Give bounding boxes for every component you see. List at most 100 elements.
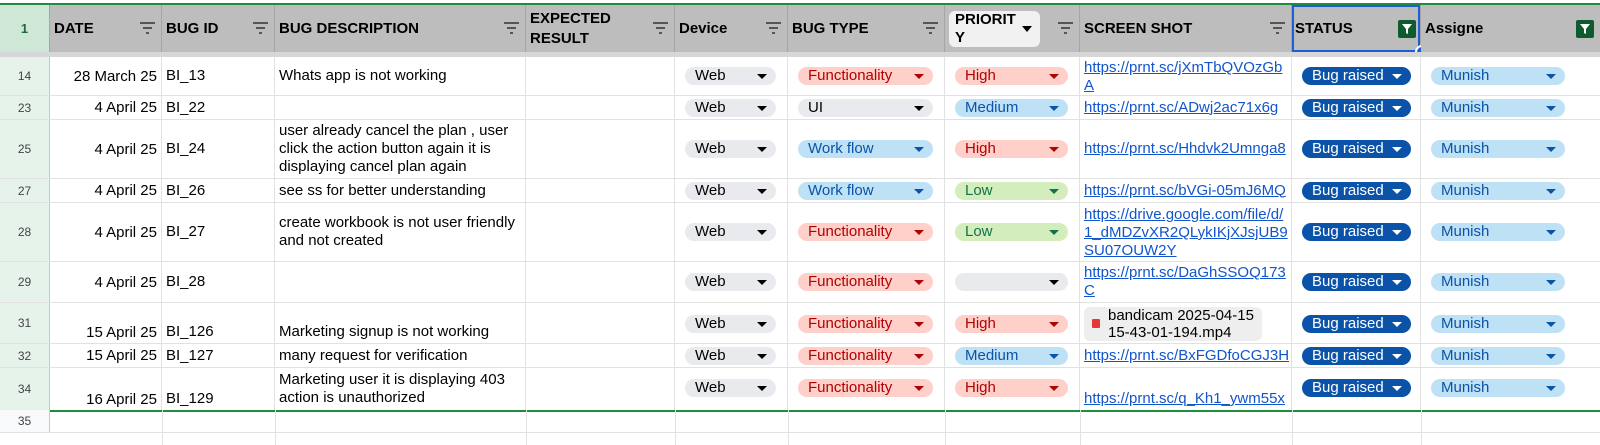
status-dropdown-chip[interactable]: Bug raised xyxy=(1302,99,1411,117)
filter-icon[interactable] xyxy=(923,22,938,34)
cell-device[interactable]: Web xyxy=(675,96,788,119)
cell-expected-result[interactable] xyxy=(526,120,675,178)
bug-type-dropdown-chip[interactable]: Functionality xyxy=(798,315,933,333)
priority-dropdown-chip[interactable]: Low xyxy=(955,223,1068,241)
status-dropdown-chip[interactable]: Bug raised xyxy=(1302,315,1411,333)
cell-bug-id[interactable]: BI_13 xyxy=(162,57,275,95)
screenshot-link[interactable]: https://prnt.sc/BxFGDfoCGJ3H xyxy=(1080,347,1289,365)
cell-device[interactable]: Web xyxy=(675,303,788,343)
cell-screen-shot[interactable]: https://drive.google.com/file/d/1_dMDZvX… xyxy=(1080,203,1292,261)
cell-expected-result[interactable] xyxy=(526,344,675,367)
cell-bug-type[interactable]: Functionality xyxy=(788,368,945,410)
assignee-dropdown-chip[interactable]: Munish xyxy=(1431,223,1565,241)
cell-priority[interactable] xyxy=(945,262,1080,302)
cell-date[interactable]: 16 April 25 xyxy=(50,368,162,410)
bug-type-dropdown-chip[interactable]: Functionality xyxy=(798,273,933,291)
device-dropdown-chip[interactable]: Web xyxy=(685,99,776,117)
cell-bug-description[interactable]: Marketing signup is not working xyxy=(275,303,526,343)
cell-bug-type[interactable]: Work flow xyxy=(788,179,945,202)
col-header-bug-type[interactable]: BUG TYPE xyxy=(788,5,945,52)
cell-bug-type[interactable]: Functionality xyxy=(788,262,945,302)
filter-icon[interactable] xyxy=(1058,22,1073,34)
assignee-dropdown-chip[interactable]: Munish xyxy=(1431,67,1565,85)
row-number[interactable]: 25 xyxy=(0,120,50,178)
status-dropdown-chip[interactable]: Bug raised xyxy=(1302,223,1411,241)
cell-priority[interactable]: High xyxy=(945,120,1080,178)
screenshot-link[interactable]: https://prnt.sc/DaGhSSOQ173C xyxy=(1080,264,1288,300)
cell-assignee[interactable]: Munish xyxy=(1421,179,1600,202)
cell-device[interactable]: Web xyxy=(675,344,788,367)
cell-status[interactable]: Bug raised xyxy=(1292,262,1421,302)
cell-priority[interactable]: Low xyxy=(945,179,1080,202)
cell-expected-result[interactable] xyxy=(526,303,675,343)
cell-device[interactable]: Web xyxy=(675,368,788,410)
cell-bug-description[interactable]: user already cancel the plan , user clic… xyxy=(275,120,526,178)
cell-assignee[interactable]: Munish xyxy=(1421,120,1600,178)
col-header-date[interactable]: DATE xyxy=(50,5,162,52)
cell-bug-id[interactable]: BI_22 xyxy=(162,96,275,119)
device-dropdown-chip[interactable]: Web xyxy=(685,315,776,333)
cell-priority[interactable]: Low xyxy=(945,203,1080,261)
bug-type-dropdown-chip[interactable]: Functionality xyxy=(798,67,933,85)
device-dropdown-chip[interactable]: Web xyxy=(685,140,776,158)
cell-assignee[interactable]: Munish xyxy=(1421,303,1600,343)
row-number[interactable]: 32 xyxy=(0,344,50,367)
row-header-1[interactable]: 1 xyxy=(0,5,50,52)
cell-bug-id[interactable]: BI_24 xyxy=(162,120,275,178)
cell-bug-description[interactable]: many request for verification xyxy=(275,344,526,367)
filter-icon[interactable] xyxy=(504,22,519,34)
screenshot-link[interactable]: https://prnt.sc/ADwj2ac71x6g xyxy=(1080,99,1278,117)
cell-status[interactable]: Bug raised xyxy=(1292,179,1421,202)
col-header-device[interactable]: Device xyxy=(675,5,788,52)
cell-screen-shot[interactable]: https://prnt.sc/bVGi-05mJ6MQ xyxy=(1080,179,1292,202)
filter-icon[interactable] xyxy=(1270,22,1285,34)
assignee-dropdown-chip[interactable]: Munish xyxy=(1431,379,1565,397)
filter-icon[interactable] xyxy=(766,22,781,34)
cell-bug-type[interactable]: Functionality xyxy=(788,344,945,367)
assignee-dropdown-chip[interactable]: Munish xyxy=(1431,273,1565,291)
cell-assignee[interactable]: Munish xyxy=(1421,57,1600,95)
active-filter-icon[interactable] xyxy=(1576,20,1594,38)
cell-expected-result[interactable] xyxy=(526,203,675,261)
cell-status[interactable]: Bug raised xyxy=(1292,57,1421,95)
cell-bug-type[interactable]: Work flow xyxy=(788,120,945,178)
cell-bug-description[interactable]: create workbook is not user friendly and… xyxy=(275,203,526,261)
status-dropdown-chip[interactable]: Bug raised xyxy=(1302,273,1411,291)
priority-dropdown-chip[interactable]: High xyxy=(955,140,1068,158)
assignee-dropdown-chip[interactable]: Munish xyxy=(1431,99,1565,117)
row-number[interactable]: 35 xyxy=(0,410,50,432)
cell-bug-id[interactable]: BI_27 xyxy=(162,203,275,261)
cell-date[interactable]: 4 April 25 xyxy=(50,203,162,261)
cell-screen-shot[interactable]: https://prnt.sc/ADwj2ac71x6g xyxy=(1080,96,1292,119)
priority-dropdown-chip[interactable]: Medium xyxy=(955,99,1068,117)
cell-screen-shot[interactable]: bandicam 2025-04-15 15-43-01-194.mp4 xyxy=(1080,303,1292,343)
cell-status[interactable]: Bug raised xyxy=(1292,203,1421,261)
cell-bug-id[interactable]: BI_127 xyxy=(162,344,275,367)
cell-device[interactable]: Web xyxy=(675,120,788,178)
cell-screen-shot[interactable]: https://prnt.sc/DaGhSSOQ173C xyxy=(1080,262,1292,302)
cell-date[interactable]: 15 April 25 xyxy=(50,303,162,343)
priority-dropdown-chip[interactable]: Low xyxy=(955,182,1068,200)
col-header-screen-shot[interactable]: SCREEN SHOT xyxy=(1080,5,1292,52)
bug-type-dropdown-chip[interactable]: Functionality xyxy=(798,347,933,365)
cell-status[interactable]: Bug raised xyxy=(1292,368,1421,410)
cell-bug-id[interactable]: BI_129 xyxy=(162,368,275,410)
bug-type-dropdown-chip[interactable]: Work flow xyxy=(798,182,933,200)
priority-dropdown-chip[interactable]: High xyxy=(955,67,1068,85)
cell-bug-description[interactable]: see ss for better understanding xyxy=(275,179,526,202)
status-dropdown-chip[interactable]: Bug raised xyxy=(1302,140,1411,158)
cell-date[interactable]: 15 April 25 xyxy=(50,344,162,367)
col-header-priority[interactable]: PRIORITY xyxy=(945,5,1080,52)
device-dropdown-chip[interactable]: Web xyxy=(685,273,776,291)
filter-icon[interactable] xyxy=(653,22,668,34)
bug-type-dropdown-chip[interactable]: Functionality xyxy=(798,223,933,241)
screenshot-link[interactable]: https://prnt.sc/Hhdvk2Umnga8 xyxy=(1080,140,1286,158)
cell-assignee[interactable]: Munish xyxy=(1421,96,1600,119)
cell-device[interactable]: Web xyxy=(675,179,788,202)
cell-bug-type[interactable]: Functionality xyxy=(788,303,945,343)
cell-screen-shot[interactable]: https://prnt.sc/jXmTbQVOzGbA xyxy=(1080,57,1292,95)
screenshot-link[interactable]: https://prnt.sc/jXmTbQVOzGbA xyxy=(1080,59,1288,95)
bug-type-dropdown-chip[interactable]: Work flow xyxy=(798,140,933,158)
assignee-dropdown-chip[interactable]: Munish xyxy=(1431,182,1565,200)
cell-screen-shot[interactable]: https://prnt.sc/q_Kh1_ywm55x xyxy=(1080,368,1292,410)
